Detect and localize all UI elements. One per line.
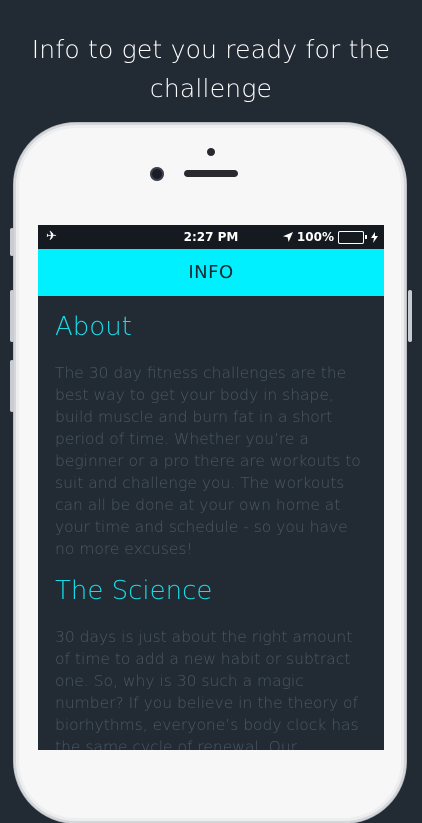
battery-icon — [338, 230, 367, 244]
promo-headline: Info to get you ready for the challenge — [0, 30, 422, 108]
phone-power-button — [408, 290, 412, 342]
proximity-sensor — [207, 148, 215, 156]
promo-headline-line-2: challenge — [149, 74, 273, 103]
app-screen: ✈ 2:27 PM 100% INFO About The 30 day fit… — [38, 225, 384, 750]
section-title-science: The Science — [55, 576, 213, 606]
front-camera — [152, 169, 162, 179]
section-body-science: 30 days is just about the right amount o… — [55, 628, 359, 750]
info-content[interactable]: About The 30 day fitness challenges are … — [38, 310, 384, 750]
status-bar: ✈ 2:27 PM 100% — [38, 225, 384, 249]
phone-volume-down-button — [10, 360, 14, 412]
bolt-icon — [371, 231, 378, 243]
section-title-about: About — [55, 312, 132, 342]
phone-mute-switch — [10, 228, 14, 256]
nav-bar: INFO — [38, 249, 384, 296]
nav-title: INFO — [188, 262, 234, 283]
location-arrow-icon — [282, 232, 293, 242]
section-body-about: The 30 day fitness challenges are the be… — [55, 364, 361, 558]
promo-headline-line-1: Info to get you ready for the — [31, 35, 391, 64]
phone-volume-up-button — [10, 290, 14, 342]
earpiece-speaker — [184, 170, 238, 177]
status-right: 100% — [282, 230, 378, 244]
battery-percent: 100% — [296, 230, 334, 244]
